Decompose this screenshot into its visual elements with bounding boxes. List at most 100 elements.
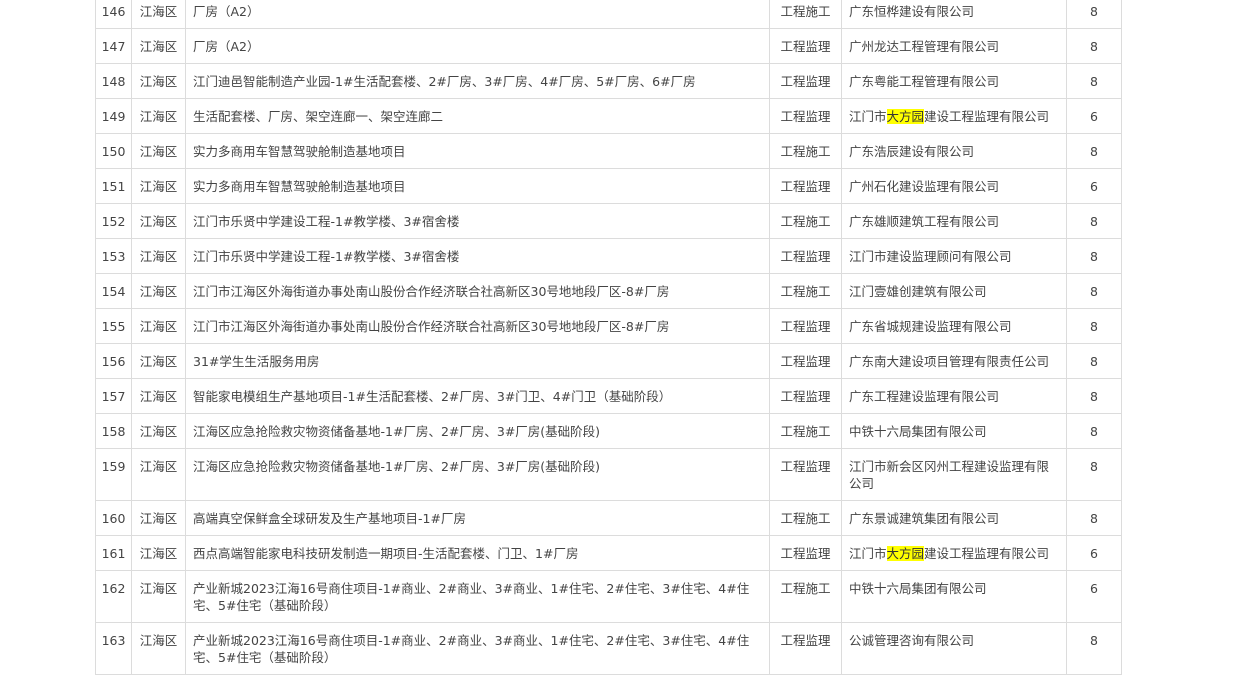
project-name-cell: 产业新城2023江海16号商住项目-1#商业、2#商业、3#商业、1#住宅、2#… [185, 570, 770, 623]
district-cell: 江海区 [131, 500, 186, 536]
row-number-cell: 158 [95, 413, 132, 449]
project-name-cell: 实力多商用车智慧驾驶舱制造基地项目 [185, 168, 770, 204]
work-type-cell: 工程监理 [769, 63, 842, 99]
district-cell: 江海区 [131, 448, 186, 501]
score-cell: 8 [1066, 622, 1122, 675]
company-name-segment: 广东工程建设监理有限公司 [849, 389, 1000, 404]
company-cell: 江门市建设监理顾问有限公司 [841, 238, 1067, 274]
work-type-cell: 工程施工 [769, 0, 842, 29]
work-type-cell: 工程施工 [769, 570, 842, 623]
company-name-segment: 广东景诚建筑集团有限公司 [849, 511, 1000, 526]
work-type-cell: 工程监理 [769, 622, 842, 675]
company-cell: 公诚管理咨询有限公司 [841, 622, 1067, 675]
table-row: 159 江海区 江海区应急抢险救灾物资储备基地-1#厂房、2#厂房、3#厂房(基础阶… [95, 448, 1122, 501]
score-cell: 8 [1066, 203, 1122, 239]
table-row: 151 江海区 实力多商用车智慧驾驶舱制造基地项目 工程监理 广州石化建设监理有限公司 6 [95, 168, 1122, 204]
district-cell: 江海区 [131, 343, 186, 379]
company-name-segment: 江门市建设监理顾问有限公司 [849, 249, 1012, 264]
district-cell: 江海区 [131, 273, 186, 309]
project-name-cell: 高端真空保鲜盒全球研发及生产基地项目-1#厂房 [185, 500, 770, 536]
row-number-cell: 156 [95, 343, 132, 379]
table-row: 152 江海区 江门市乐贤中学建设工程-1#教学楼、3#宿舍楼 工程施工 广东雄顺建筑工… [95, 203, 1122, 239]
work-type-cell: 工程监理 [769, 343, 842, 379]
score-cell: 8 [1066, 448, 1122, 501]
project-name-cell: 智能家电模组生产基地项目-1#生活配套楼、2#厂房、3#门卫、4#门卫（基础阶段… [185, 378, 770, 414]
table-row: 158 江海区 江海区应急抢险救灾物资储备基地-1#厂房、2#厂房、3#厂房(基础阶… [95, 413, 1122, 449]
table-row: 147 江海区 厂房（A2） 工程监理 广州龙达工程管理有限公司 8 [95, 28, 1122, 64]
project-name-cell: 江门市乐贤中学建设工程-1#教学楼、3#宿舍楼 [185, 238, 770, 274]
table-row: 155 江海区 江门市江海区外海街道办事处南山股份合作经济联合社高新区30号地地段厂… [95, 308, 1122, 344]
company-cell: 中铁十六局集团有限公司 [841, 413, 1067, 449]
row-number-cell: 148 [95, 63, 132, 99]
district-cell: 江海区 [131, 308, 186, 344]
row-number-cell: 152 [95, 203, 132, 239]
company-name-segment: 广东粤能工程管理有限公司 [849, 74, 1000, 89]
table-row: 149 江海区 生活配套楼、厂房、架空连廊一、架空连廊二 工程监理 江门市大方园建设工程… [95, 98, 1122, 134]
project-name-cell: 江门市江海区外海街道办事处南山股份合作经济联合社高新区30号地地段厂区-8#厂房 [185, 308, 770, 344]
company-name-segment: 广州龙达工程管理有限公司 [849, 39, 1000, 54]
company-cell: 广东南大建设项目管理有限责任公司 [841, 343, 1067, 379]
work-type-cell: 工程监理 [769, 308, 842, 344]
work-type-cell: 工程施工 [769, 203, 842, 239]
company-cell: 广东景诚建筑集团有限公司 [841, 500, 1067, 536]
table-row: 153 江海区 江门市乐贤中学建设工程-1#教学楼、3#宿舍楼 工程监理 江门市建设监理… [95, 238, 1122, 274]
company-cell: 广东工程建设监理有限公司 [841, 378, 1067, 414]
row-number-cell: 157 [95, 378, 132, 414]
results-table: 146 江海区 厂房（A2） 工程施工 广东恒桦建设有限公司 8 147 江海区 厂房（A2）工… [95, 0, 1122, 675]
company-name-segment: 公诚管理咨询有限公司 [849, 633, 975, 648]
project-name-cell: 产业新城2023江海16号商住项目-1#商业、2#商业、3#商业、1#住宅、2#… [185, 622, 770, 675]
work-type-cell: 工程施工 [769, 133, 842, 169]
district-cell: 江海区 [131, 378, 186, 414]
score-cell: 8 [1066, 413, 1122, 449]
score-cell: 8 [1066, 343, 1122, 379]
company-name-segment: 江门壹雄创建筑有限公司 [849, 284, 987, 299]
work-type-cell: 工程监理 [769, 238, 842, 274]
work-type-cell: 工程施工 [769, 273, 842, 309]
row-number-cell: 155 [95, 308, 132, 344]
company-name-segment: 广东雄顺建筑工程有限公司 [849, 214, 1000, 229]
row-number-cell: 153 [95, 238, 132, 274]
project-name-cell: 厂房（A2） [185, 0, 770, 29]
row-number-cell: 146 [95, 0, 132, 29]
district-cell: 江海区 [131, 28, 186, 64]
company-name-segment: 广东省城规建设监理有限公司 [849, 319, 1012, 334]
company-name-segment: 广东浩辰建设有限公司 [849, 144, 975, 159]
work-type-cell: 工程施工 [769, 413, 842, 449]
row-number-cell: 149 [95, 98, 132, 134]
table-row: 157 江海区 智能家电模组生产基地项目-1#生活配套楼、2#厂房、3#门卫、4#门… [95, 378, 1122, 414]
project-name-cell: 生活配套楼、厂房、架空连廊一、架空连廊二 [185, 98, 770, 134]
score-cell: 8 [1066, 238, 1122, 274]
work-type-cell: 工程监理 [769, 98, 842, 134]
row-number-cell: 147 [95, 28, 132, 64]
project-name-cell: 江海区应急抢险救灾物资储备基地-1#厂房、2#厂房、3#厂房(基础阶段) [185, 448, 770, 501]
table-row: 146 江海区 厂房（A2） 工程施工 广东恒桦建设有限公司 8 [95, 0, 1122, 29]
score-cell: 8 [1066, 378, 1122, 414]
project-name-cell: 江门市江海区外海街道办事处南山股份合作经济联合社高新区30号地地段厂区-8#厂房 [185, 273, 770, 309]
project-name-cell: 江海区应急抢险救灾物资储备基地-1#厂房、2#厂房、3#厂房(基础阶段) [185, 413, 770, 449]
work-type-cell: 工程监理 [769, 28, 842, 64]
work-type-cell: 工程监理 [769, 378, 842, 414]
score-cell: 6 [1066, 98, 1122, 134]
company-name-segment: 广东南大建设项目管理有限责任公司 [849, 354, 1050, 369]
row-number-cell: 162 [95, 570, 132, 623]
project-name-cell: 厂房（A2） [185, 28, 770, 64]
project-name-cell: 江门市乐贤中学建设工程-1#教学楼、3#宿舍楼 [185, 203, 770, 239]
project-name-cell: 31#学生生活服务用房 [185, 343, 770, 379]
company-name-segment: 江门市 [849, 546, 887, 561]
score-cell: 6 [1066, 570, 1122, 623]
district-cell: 江海区 [131, 570, 186, 623]
table-row: 150 江海区 实力多商用车智慧驾驶舱制造基地项目 工程施工 广东浩辰建设有限公司 8 [95, 133, 1122, 169]
company-name-segment: 江门市新会区冈州工程建设监理有限公司 [849, 459, 1050, 491]
company-cell: 广州石化建设监理有限公司 [841, 168, 1067, 204]
company-name-segment: 中铁十六局集团有限公司 [849, 581, 987, 596]
table-row: 163 江海区 产业新城2023江海16号商住项目-1#商业、2#商业、3#商业、1… [95, 622, 1122, 675]
work-type-cell: 工程监理 [769, 168, 842, 204]
project-name-cell: 实力多商用车智慧驾驶舱制造基地项目 [185, 133, 770, 169]
table-row: 161 江海区 西点高端智能家电科技研发制造一期项目-生活配套楼、门卫、1#厂房 工程… [95, 535, 1122, 571]
district-cell: 江海区 [131, 238, 186, 274]
district-cell: 江海区 [131, 133, 186, 169]
district-cell: 江海区 [131, 622, 186, 675]
row-number-cell: 150 [95, 133, 132, 169]
search-highlight: 大方园 [886, 546, 925, 561]
work-type-cell: 工程监理 [769, 535, 842, 571]
